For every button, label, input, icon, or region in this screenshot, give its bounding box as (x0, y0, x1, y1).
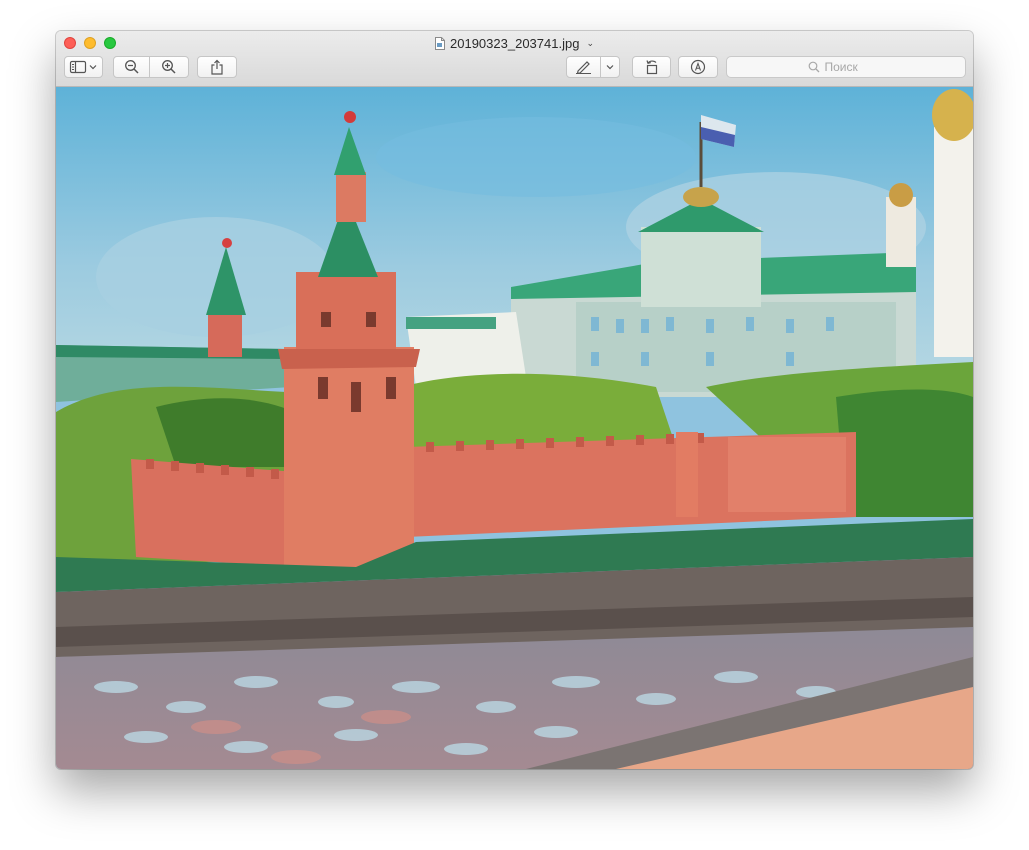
zoom-in-button[interactable] (149, 56, 189, 78)
share-button[interactable] (197, 56, 237, 78)
window-title-text: 20190323_203741.jpg (450, 35, 580, 51)
search-input[interactable] (824, 60, 885, 74)
markup-circle-icon (690, 59, 706, 75)
markup-menu-button[interactable] (600, 56, 620, 78)
zoom-in-icon (162, 60, 176, 74)
document-icon (435, 36, 446, 50)
chevron-down-icon (606, 65, 614, 70)
painting-image (56, 87, 973, 769)
search-field[interactable] (726, 56, 966, 78)
search-icon (808, 61, 819, 73)
chevron-down-icon[interactable]: ⌄ (586, 38, 594, 49)
sidebar-icon (69, 60, 96, 74)
rotate-left-icon (645, 60, 657, 75)
window-title[interactable]: 20190323_203741.jpg ⌄ (56, 34, 973, 52)
share-icon (211, 59, 223, 75)
zoom-out-icon (124, 60, 139, 74)
image-canvas[interactable] (56, 87, 973, 769)
pen-icon (575, 61, 591, 74)
preview-window: 20190323_203741.jpg ⌄ (56, 31, 973, 769)
rotate-button[interactable] (632, 56, 671, 78)
markup-pen-button[interactable] (566, 56, 601, 78)
zoom-out-button[interactable] (113, 56, 150, 78)
markup-toolbar-button[interactable] (678, 56, 718, 78)
sidebar-view-button[interactable] (64, 56, 103, 78)
title-bar: 20190323_203741.jpg ⌄ (56, 31, 973, 87)
